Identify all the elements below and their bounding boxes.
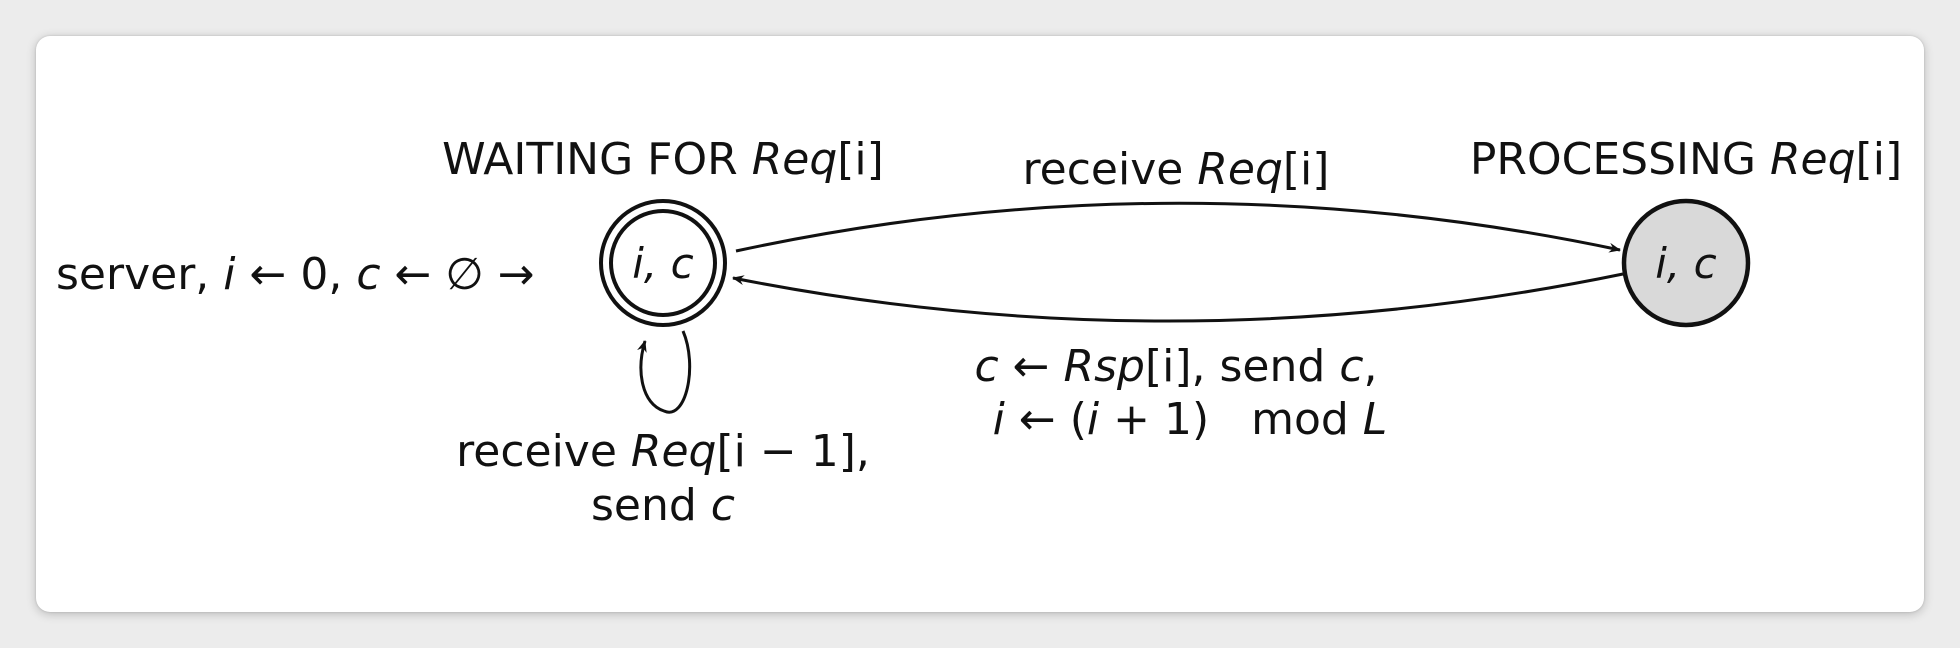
respond-transition-arrow [732,272,1624,323]
self-loop-arrow [637,330,692,414]
self-loop-label-line2: send c [591,480,735,531]
self-loop-label-line1: receive Req[i − 1], [456,426,870,477]
respond-transition-label-line1: c ← Rsp[i], send c, [974,341,1377,392]
state-machine-diagram: server, i ← 0, c ← ∅ → WAITING FOR Req[i… [56,134,1902,531]
waiting-state-content: i, c [632,239,693,288]
receive-transition-label: receive Req[i] [1023,144,1330,195]
initial-transition-label: server, i ← 0, c ← ∅ → [56,249,535,300]
processing-state-content: i, c [1655,239,1716,288]
diagram-card: server, i ← 0, c ← ∅ → WAITING FOR Req[i… [36,36,1924,612]
waiting-state-title: WAITING FOR Req[i] [442,134,884,185]
respond-transition-label-line2: i ← (i + 1) mod L [895,394,1458,445]
receive-transition-arrow [735,201,1621,253]
processing-state-title: PROCESSING Req[i] [1470,134,1902,185]
